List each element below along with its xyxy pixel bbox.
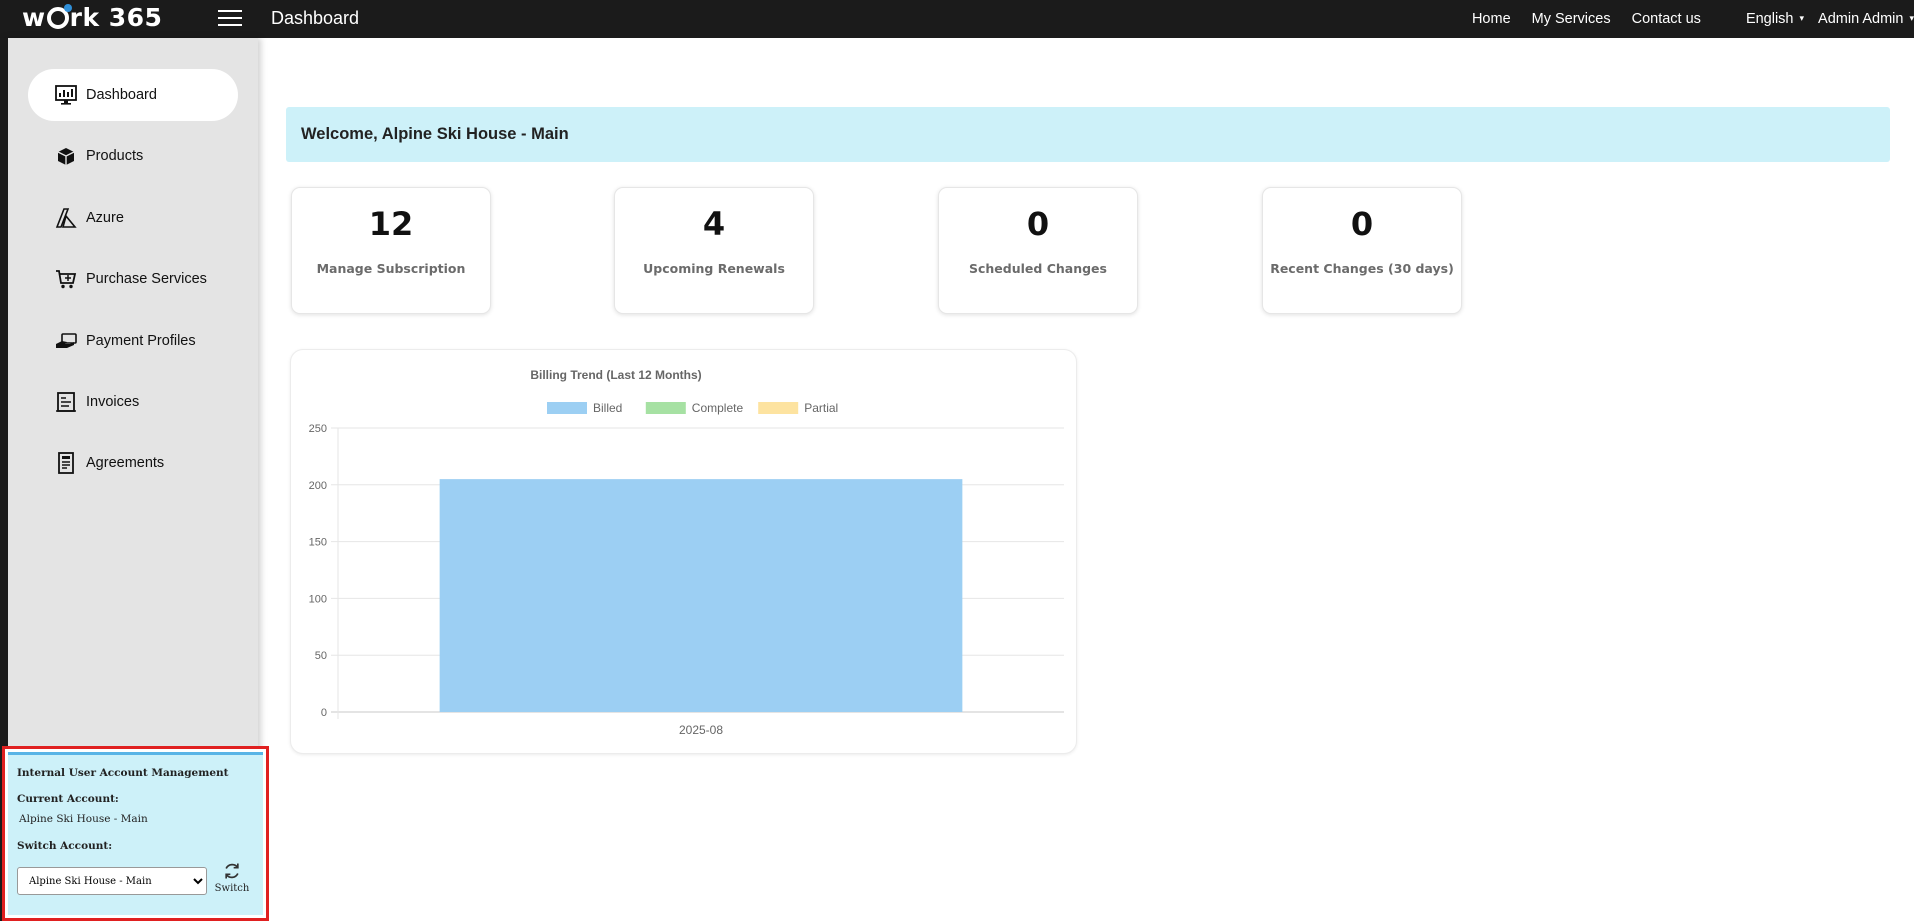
dashboard-icon [55,85,77,105]
billing-trend-chart: Billing Trend (Last 12 Months) Billed Comp… [309,368,1064,737]
card-label: Recent Changes (30 days) [1270,261,1454,276]
switch-button-label: Switch [214,883,250,894]
card-value: 0 [1350,205,1374,243]
welcome-banner: Welcome, Alpine Ski House - Main [286,107,1890,162]
account-panel-title: Internal User Account Management [17,767,229,779]
azure-icon [55,208,77,228]
page-title: Dashboard [271,8,360,28]
billing-trend-chart-card: Billing Trend (Last 12 Months) Billed Comp… [290,349,1077,754]
legend-label-complete: Complete [692,401,744,415]
card-scheduled-changes[interactable]: 0 Scheduled Changes [938,187,1138,314]
language-dropdown[interactable]: English [1746,11,1804,27]
switch-button[interactable]: Switch [211,861,253,894]
sidebar-item-payment-profiles[interactable]: Payment Profiles [28,315,238,367]
card-label: Upcoming Renewals [643,261,785,276]
nav-link-my-services[interactable]: My Services [1532,11,1611,27]
switch-account-label: Switch Account: [17,840,113,852]
sidebar-item-label: Invoices [86,394,140,410]
sidebar-item-azure[interactable]: Azure [28,192,238,244]
invoice-icon [56,392,76,412]
nav-link-contact-us[interactable]: Contact us [1632,11,1701,27]
card-value: 0 [1026,205,1050,243]
welcome-text: Welcome, Alpine Ski House - Main [301,125,569,143]
user-menu-dropdown[interactable]: Admin Admin [1818,11,1914,27]
sidebar-item-label: Agreements [86,455,165,471]
sidebar-item-products[interactable]: Products [28,130,238,182]
legend-swatch-complete [645,402,686,414]
sidebar-item-purchase-services[interactable]: Purchase Services [28,253,238,305]
sidebar-item-agreements[interactable]: Agreements [28,437,238,489]
card-recent-changes[interactable]: 0 Recent Changes (30 days) [1262,187,1462,314]
products-icon [57,148,75,165]
work365-logo[interactable]: w rk 365 [22,3,162,32]
card-manage-subscription[interactable]: 12 Manage Subscription [291,187,491,314]
chart-title: Billing Trend (Last 12 Months) [530,368,701,382]
current-account-label: Current Account: [17,793,119,805]
card-upcoming-renewals[interactable]: 4 Upcoming Renewals [614,187,814,314]
y-tick-label: 150 [309,537,327,549]
top-nav-links: Home My Services Contact us English Admi… [1472,0,1914,38]
legend-label-partial: Partial [804,401,838,415]
card-label: Scheduled Changes [969,261,1107,276]
sidebar-item-invoices[interactable]: Invoices [28,376,238,428]
x-tick-label: 2025-08 [679,723,723,737]
switch-account-select[interactable]: Alpine Ski House - Main [17,867,207,895]
card-value: 12 [368,205,414,243]
sidebar-item-label: Dashboard [86,87,157,103]
hamburger-menu-icon[interactable] [218,10,242,28]
cart-icon [56,270,77,289]
y-tick-label: 200 [309,480,327,492]
agreement-icon [58,452,74,474]
refresh-icon [225,863,239,879]
y-tick-label: 50 [315,650,327,662]
payment-icon [56,333,77,348]
y-tick-label: 100 [309,593,327,605]
bar-billed [439,479,963,712]
sidebar-item-label: Purchase Services [86,271,207,287]
legend-swatch-partial [758,402,799,414]
current-account-value: Alpine Ski House - Main [19,813,148,825]
sidebar-item-label: Products [86,148,144,164]
sidebar-item-dashboard[interactable]: Dashboard [28,69,238,121]
card-value: 4 [702,205,726,243]
nav-link-home[interactable]: Home [1472,11,1511,27]
legend-label-billed: Billed [593,401,622,415]
y-tick-label: 250 [309,423,327,435]
sidebar-item-label: Azure [86,210,124,226]
legend-swatch-billed [547,402,587,414]
card-label: Manage Subscription [316,261,466,276]
y-tick-label: 0 [321,707,327,719]
account-management-panel: Internal User Account Management Current… [2,746,269,921]
sidebar-item-label: Payment Profiles [86,333,196,349]
top-navigation-bar: w rk 365 Dashboard Home My Services Conta… [0,0,1914,38]
